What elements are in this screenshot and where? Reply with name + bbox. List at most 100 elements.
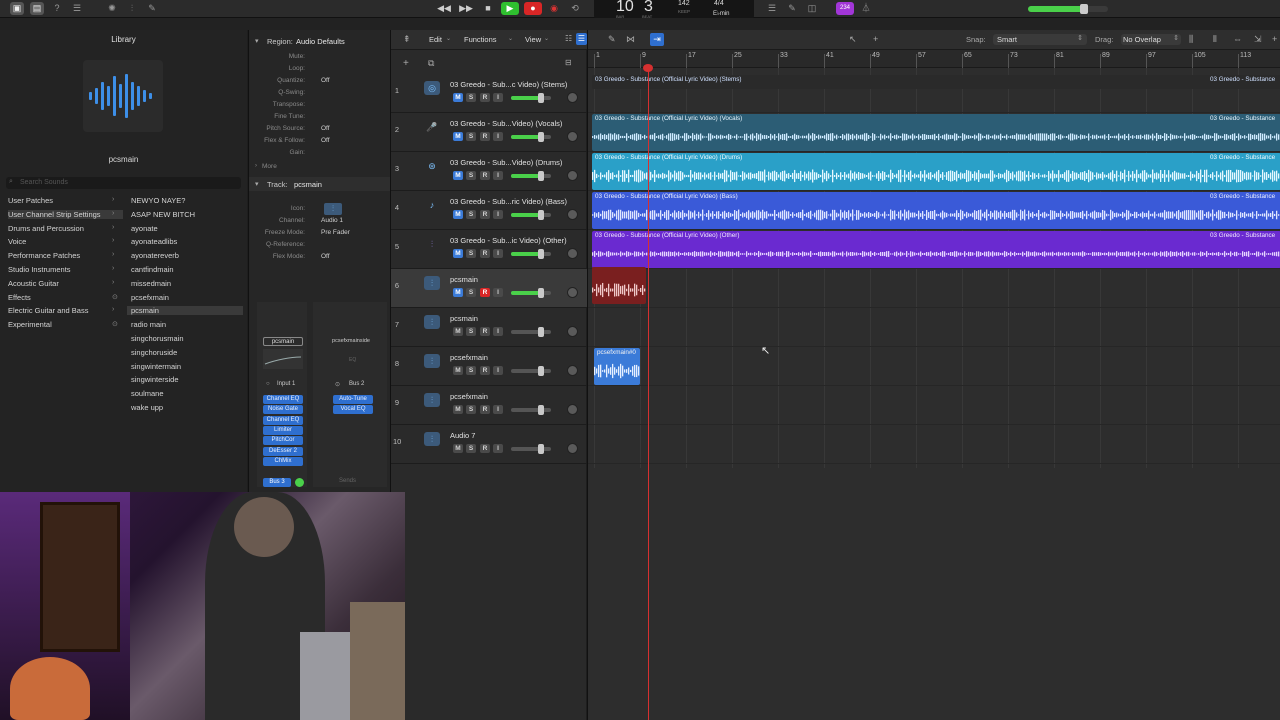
library-patch[interactable]: missedmain [131,279,171,288]
input-monitor-button[interactable]: I [493,444,503,453]
track-name[interactable]: 03 Greedo - Sub...ric Video) (Bass) [450,197,567,206]
more-label[interactable]: More [262,163,277,170]
record-arm-button[interactable]: R [480,210,490,219]
track-icon-waveform-icon[interactable]: ⫶ [324,203,342,215]
solo-button[interactable]: S [466,366,476,375]
mute-button[interactable]: M [453,132,463,141]
library-patch[interactable]: NEWYO NAYE? [131,196,185,205]
strip2-sends[interactable]: Sends [339,478,356,484]
pan-knob[interactable] [567,170,578,181]
snap-select[interactable]: Smart ⇕ [993,34,1087,45]
track-lane[interactable]: 03 Greedo - Substance (Official Lyric Vi… [588,152,1280,191]
strip1-plugin-slot[interactable]: Noise Gate [263,405,303,415]
pan-knob[interactable] [567,92,578,103]
pencil-tool-icon[interactable]: ✎ [608,34,616,45]
waveform-icon[interactable]: ⫶ [424,315,440,329]
arrange-area[interactable]: ✎ ⋈ ⇥ ↖ + Snap: Smart ⇕ Drag: No Overlap… [587,30,1280,720]
solo-button[interactable]: S [466,327,476,336]
pan-knob[interactable] [567,365,578,376]
metronome-icon[interactable]: ⏃ [859,2,873,15]
stems-icon[interactable]: ◎ [424,81,440,95]
solo-button[interactable]: S [466,249,476,258]
record-arm-button[interactable]: R [480,93,490,102]
library-category[interactable]: Effects [8,293,31,302]
solo-button[interactable]: S [466,444,476,453]
strip1-input[interactable]: Input 1 [277,381,295,387]
waveform-icon[interactable]: ⫶ [424,432,440,446]
solo-button[interactable]: S [466,405,476,414]
track-header-row[interactable]: 1 ◎ 03 Greedo - Sub...c Video) (Stems) M S R I [391,74,587,113]
track-name[interactable]: 03 Greedo - Sub...Video) (Vocals) [450,119,562,128]
input-monitor-button[interactable]: I [493,171,503,180]
waveform-icon[interactable]: ⫶ [424,393,440,407]
catch-playhead-icon[interactable]: ⇥ [650,33,664,46]
horizontal-zoom-icon[interactable]: ⇔ [1233,34,1242,44]
pan-knob[interactable] [567,131,578,142]
pan-knob[interactable] [567,404,578,415]
pan-knob[interactable] [567,443,578,454]
editors-icon[interactable]: ✎ [145,2,159,15]
flex-tool-icon[interactable]: ⋈ [626,34,635,45]
fit-icon[interactable]: ⇲ [1254,34,1262,45]
library-patch[interactable]: singchorusmain [131,334,184,343]
volume-fader[interactable] [511,444,551,454]
volume-fader[interactable] [511,132,551,142]
library-patch[interactable]: wake upp [131,403,163,412]
inspector-toggle-icon[interactable]: ▤ [30,2,44,15]
record-arm-button[interactable]: R [480,405,490,414]
waveform-icon[interactable]: ⫶ [424,237,440,251]
volume-fader[interactable] [511,93,551,103]
track-name[interactable]: 03 Greedo - Sub...Video) (Drums) [450,158,562,167]
record-arm-button[interactable]: R [480,444,490,453]
functions-menu[interactable]: Functions [464,35,497,44]
track-lane[interactable] [588,386,1280,425]
region-param-value[interactable]: Off [321,137,330,144]
strip1-plugin-slot[interactable]: PitchCor [263,436,303,446]
library-category[interactable]: Voice [8,237,26,246]
audio-region[interactable]: 03 Greedo - Substance (Official Lyric Vi… [592,231,1280,268]
library-patch[interactable]: singwinterside [131,375,179,384]
note-pad-icon[interactable]: ✎ [785,2,799,15]
track-name[interactable]: pcsefxmain [450,353,488,362]
mute-button[interactable]: M [453,93,463,102]
library-patch[interactable]: radio main [131,320,166,329]
track-header-row[interactable]: 10 ⫶ Audio 7 MSRI [391,425,587,464]
add-track-icon[interactable]: + [403,58,409,69]
bar-ruler[interactable]: 1 9 17 25 33 41 49 57 65 73 81 89 97 105 113 [588,50,1280,68]
waveform-icon[interactable]: ⫶ [424,354,440,368]
input-monitor-button[interactable]: I [493,210,503,219]
region-disclosure-icon[interactable]: ▾ [255,37,259,45]
volume-fader[interactable] [511,210,551,220]
mute-button[interactable]: M [453,171,463,180]
waveform-icon[interactable]: ⫶ [424,276,440,290]
recording-region[interactable] [592,267,646,304]
audio-region[interactable]: 03 Greedo - Substance (Official Lyric Vi… [592,75,1280,89]
library-category[interactable]: User Patches [8,196,53,205]
library-patch[interactable]: ayonateadlibs [131,237,177,246]
playhead-handle[interactable] [643,64,653,72]
notification-badge[interactable]: 234 [836,2,854,15]
drag-select[interactable]: No Overlap ⇕ [1121,34,1181,45]
track-header-row[interactable]: 5 ⫶ 03 Greedo - Sub...ic Video) (Other) M S R… [391,230,587,269]
list-view-icon[interactable]: ☷ [565,34,572,43]
strip1-eq-display[interactable] [263,349,303,369]
library-category[interactable]: User Channel Strip Settings [8,209,123,219]
volume-fader[interactable] [511,171,551,181]
solo-button[interactable]: S [466,171,476,180]
pan-knob[interactable] [567,209,578,220]
mute-button[interactable]: M [453,288,463,297]
duplicate-track-icon[interactable]: ⧉ [428,58,434,69]
track-lane[interactable]: pcsefxmain#0 [588,347,1280,386]
record-arm-button[interactable]: R [480,288,490,297]
strip2-output[interactable]: Bus 2 [349,381,364,387]
library-patch[interactable]: singwintermain [131,362,181,371]
library-patch[interactable]: ASAP NEW BITCH [131,210,195,219]
mixer-icon[interactable]: ⫶ [125,2,139,15]
library-patch[interactable]: pcsefxmain [131,293,169,302]
library-patch[interactable]: ayonate [131,224,158,233]
track-name[interactable]: pcsmain [450,275,478,284]
master-volume-slider[interactable] [1028,4,1108,14]
track-header-row[interactable]: 6 ⫶ pcsmain M S R I [391,269,587,308]
audio-region[interactable]: 03 Greedo - Substance (Official Lyric Vi… [592,114,1280,151]
record-arm-button[interactable]: R [480,132,490,141]
